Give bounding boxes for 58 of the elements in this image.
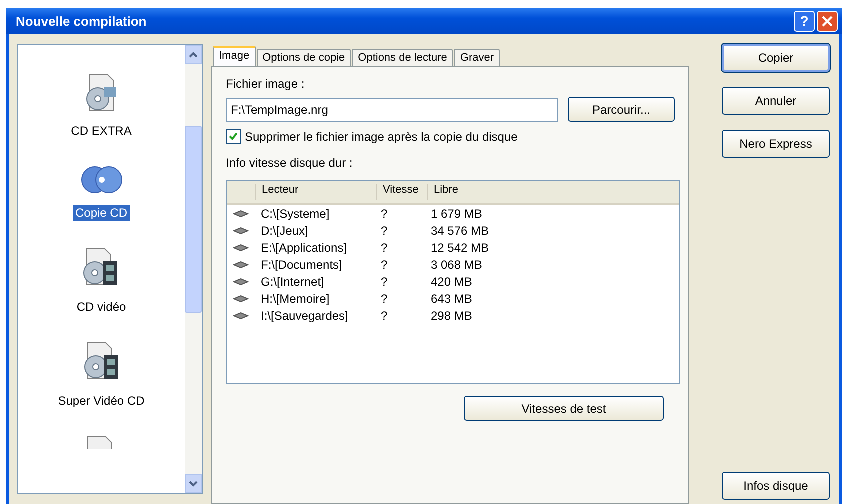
table-cell-text: G:\[Internet] (260, 274, 326, 288)
test-speed-button[interactable]: Vitesses de test (464, 396, 664, 421)
tab[interactable]: Options de copie (256, 49, 352, 66)
table-cell-text: 643 MB (430, 292, 474, 306)
table-cell-text: 420 MB (430, 274, 474, 288)
table-cell-text: E:\[Applications] (260, 240, 348, 254)
section-label: Info vitesse disque dur : (226, 156, 354, 170)
drive-icon (233, 244, 249, 252)
drive-icon (233, 294, 249, 302)
table-cell-text: ? (380, 292, 389, 306)
table-cell-text: ? (380, 258, 389, 272)
tab[interactable]: Graver (454, 49, 500, 66)
tab[interactable]: Image (213, 46, 256, 66)
compilation-item[interactable]: CD EXTRA (69, 73, 134, 139)
compilation-item[interactable]: CD vidéo (74, 247, 128, 315)
field-label: Fichier image : (226, 77, 306, 91)
scrollbar[interactable] (185, 45, 202, 493)
compilation-item[interactable]: Super Vidéo CD (56, 341, 147, 409)
checkbox[interactable] (226, 129, 241, 144)
table-cell-text: ? (380, 206, 389, 220)
browse-button[interactable]: Parcourir... (568, 97, 675, 122)
window-title: Nouvelle compilation (16, 14, 148, 28)
checkbox-label: Supprimer le fichier image après la copie du disque (245, 130, 518, 144)
dialog-button[interactable]: Nero Express (722, 130, 830, 158)
drive-icon (233, 210, 249, 218)
table-cell-text: 1 679 MB (430, 206, 484, 220)
file-path-field[interactable]: F:\TempImage.nrg (226, 98, 558, 122)
table-cell-text: ? (380, 240, 389, 254)
table-cell-text: D:\[Jeux] (260, 224, 310, 238)
table-cell-text: F:\[Documents] (260, 258, 344, 272)
table-cell-text: C:\[Systeme] (260, 206, 331, 220)
drive-icon (233, 278, 249, 286)
compilation-item[interactable]: Copie CD (73, 165, 130, 221)
close-button[interactable] (817, 10, 838, 32)
column-header[interactable]: Vitesse (377, 184, 428, 200)
dialog-button[interactable]: Infos disque (722, 472, 830, 500)
scrollbar-thumb[interactable] (185, 126, 202, 313)
help-button[interactable]: ? (794, 10, 815, 32)
close-icon (822, 16, 833, 26)
table-cell-text: ? (380, 274, 389, 288)
drive-icon (233, 226, 249, 234)
dialog-button[interactable]: Copier (722, 44, 830, 72)
table-cell-text: H:\[Memoire] (260, 292, 331, 306)
table-cell-text: 298 MB (430, 308, 474, 322)
drive-icon (233, 260, 249, 268)
column-header[interactable]: Libre (428, 184, 679, 200)
table-cell-text: ? (380, 308, 389, 322)
table-cell-text: ? (380, 224, 389, 238)
dialog-button[interactable]: Annuler (722, 87, 830, 115)
table-cell-text: 3 068 MB (430, 258, 484, 272)
table-cell-text: 34 576 MB (430, 224, 490, 238)
two-discs-icon (80, 165, 124, 195)
column-header[interactable]: Lecteur (256, 184, 377, 200)
checkmark-icon (229, 132, 238, 141)
table-cell-text: I:\[Sauvegardes] (260, 308, 350, 322)
drive-icon (233, 312, 249, 320)
table-cell-text: 12 542 MB (430, 240, 490, 254)
tab[interactable]: Options de lecture (352, 49, 454, 66)
